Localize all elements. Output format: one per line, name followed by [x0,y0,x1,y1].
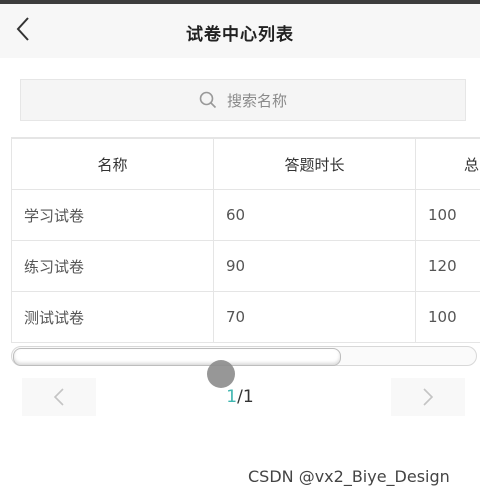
prev-page-button[interactable] [22,378,96,416]
table-header-row: 名称 答题时长 总 [11,138,480,190]
cell-total: 120 [415,240,480,292]
search-input[interactable]: 搜索名称 [20,79,466,121]
horizontal-scrollbar[interactable] [11,346,477,366]
total-pages: 1 [242,387,254,407]
table-row[interactable]: 练习试卷 90 120 [11,240,480,292]
cell-name: 学习试卷 [11,189,214,241]
exam-table[interactable]: 名称 答题时长 总 学习试卷 60 100 练习试卷 90 120 测试试卷 7… [11,137,480,348]
page-title: 试卷中心列表 [186,25,294,45]
current-page: 1 [226,387,238,407]
search-placeholder: 搜索名称 [226,91,287,110]
watermark: CSDN @vx2_Biye_Design [248,467,450,486]
cell-total: 100 [415,291,480,343]
column-header-name: 名称 [11,138,214,190]
nav-bar: 试卷中心列表 [0,4,480,58]
table-row[interactable]: 学习试卷 60 100 [11,189,480,241]
page-indicator: 1/1 [210,387,270,407]
scrollbar-thumb[interactable] [13,348,341,366]
touch-indicator [207,360,235,388]
table-row[interactable]: 测试试卷 70 100 [11,291,480,343]
search-icon [199,91,217,109]
cell-duration: 60 [213,189,416,241]
chevron-left-icon [53,388,64,406]
chevron-right-icon [423,388,434,406]
cell-name: 练习试卷 [11,240,214,292]
cell-total: 100 [415,189,480,241]
column-header-duration: 答题时长 [213,138,416,190]
cell-duration: 90 [213,240,416,292]
cell-name: 测试试卷 [11,291,214,343]
column-header-total: 总 [415,138,480,190]
cell-duration: 70 [213,291,416,343]
next-page-button[interactable] [391,378,465,416]
